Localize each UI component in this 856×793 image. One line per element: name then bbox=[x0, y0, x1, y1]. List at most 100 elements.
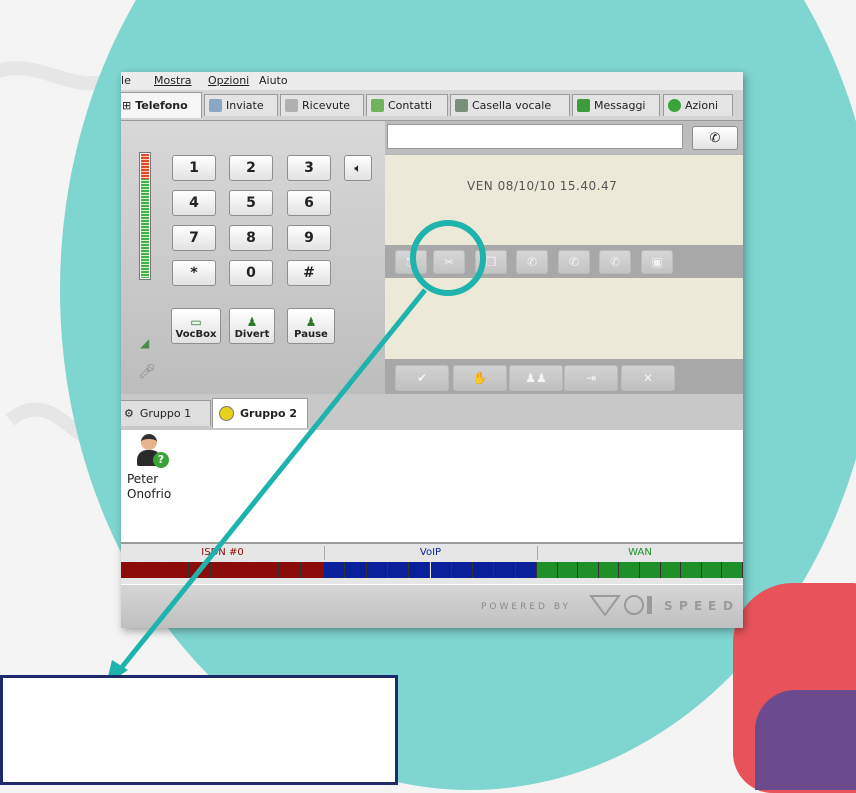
contacts-area: ? Peter Onofrio bbox=[121, 430, 743, 542]
tab-inviate[interactable]: Inviate bbox=[204, 94, 278, 116]
menu-file[interactable]: ile bbox=[121, 74, 131, 87]
redial-button[interactable]: ✆ bbox=[516, 250, 548, 274]
channel-segment bbox=[473, 562, 495, 578]
vocbox-button[interactable]: ▭ VocBox bbox=[171, 308, 221, 344]
avatar: ? bbox=[135, 434, 169, 468]
menu-opzioni[interactable]: Opzioni bbox=[208, 74, 249, 87]
group-tabs: ⚙ Gruppo 1 Gruppo 2 bbox=[121, 394, 743, 430]
annotation-box bbox=[0, 675, 398, 785]
key-5[interactable]: 5 bbox=[229, 190, 273, 216]
clock-icon bbox=[668, 99, 681, 112]
transfer-icon: ⎋ bbox=[406, 254, 416, 269]
keypad-grid-icon: ⊞ bbox=[122, 99, 132, 112]
menu-mostra[interactable]: Mostra bbox=[154, 74, 192, 87]
channel-segment bbox=[324, 562, 346, 578]
channel-segment bbox=[578, 562, 599, 578]
isdn-channels bbox=[121, 562, 324, 578]
menu-aiuto[interactable]: Aiuto bbox=[259, 74, 288, 87]
purple-decoration bbox=[755, 690, 856, 790]
volume-meter[interactable] bbox=[139, 152, 151, 280]
hold-hand-icon: ✋ bbox=[472, 371, 488, 385]
channel-segment bbox=[345, 562, 367, 578]
number-input[interactable] bbox=[387, 124, 683, 149]
channel-segment bbox=[660, 562, 682, 578]
channel-segment bbox=[557, 562, 579, 578]
channel-segment bbox=[211, 562, 234, 578]
microphone-icon[interactable]: 🎤︎ bbox=[138, 364, 156, 380]
key-0[interactable]: 0 bbox=[229, 260, 273, 286]
key-6[interactable]: 6 bbox=[287, 190, 331, 216]
record-button[interactable]: ▣ bbox=[641, 250, 673, 274]
call-display: VEN 08/10/10 15.40.47 bbox=[385, 154, 743, 246]
group-icon: ♟♟ bbox=[525, 371, 547, 385]
accept-button[interactable]: ✔ bbox=[395, 365, 449, 391]
divert-button[interactable]: ♟ Divert bbox=[229, 308, 275, 344]
voicemail-icon bbox=[455, 99, 468, 112]
hangup-button[interactable]: ✂ bbox=[433, 250, 465, 274]
dialpad-panel: ◢ 🎤︎ 1 2 3 4 5 6 7 8 9 * 0 # 🔈︎ ▭ VocBox… bbox=[121, 121, 385, 394]
key-9[interactable]: 9 bbox=[287, 225, 331, 251]
call-panel: ✆ VEN 08/10/10 15.40.47 ⎋ ✂ ❒ ✆ ✆ ✆ ▣ ✔ … bbox=[385, 121, 743, 394]
hold-hand-button[interactable]: ✋ bbox=[453, 365, 507, 391]
record-icon: ▣ bbox=[651, 255, 663, 269]
main-tabs: ⊞ Telefono Inviate Ricevute Contatti Cas… bbox=[121, 90, 743, 121]
tab-gruppo-1[interactable]: ⚙ Gruppo 1 bbox=[121, 400, 211, 426]
key-8[interactable]: 8 bbox=[229, 225, 273, 251]
datetime-display: VEN 08/10/10 15.40.47 bbox=[467, 179, 618, 193]
tab-telefono[interactable]: ⊞ Telefono bbox=[121, 92, 202, 118]
channel-segment bbox=[387, 562, 410, 578]
reject-button[interactable]: ✕ bbox=[621, 365, 675, 391]
action-controls: ✔ ✋ ♟♟ ⇥ ✕ bbox=[385, 359, 743, 394]
conference-button[interactable]: ✆ bbox=[558, 250, 590, 274]
tab-casella-vocale[interactable]: Casella vocale bbox=[450, 94, 570, 116]
incoming-call-icon bbox=[285, 99, 298, 112]
speaker-button[interactable]: 🔈︎ bbox=[344, 155, 372, 181]
forward-button[interactable]: ✆ bbox=[599, 250, 631, 274]
powered-by-text: POWERED BY bbox=[481, 602, 572, 612]
channel-segment bbox=[598, 562, 620, 578]
svg-text:E: E bbox=[708, 599, 716, 613]
redial-icon: ✆ bbox=[526, 255, 538, 269]
tab-contatti[interactable]: Contatti bbox=[366, 94, 448, 116]
tab-azioni[interactable]: Azioni bbox=[663, 94, 733, 116]
key-hash[interactable]: # bbox=[287, 260, 331, 286]
call-controls: ⎋ ✂ ❒ ✆ ✆ ✆ ▣ bbox=[385, 245, 743, 278]
contacts-icon bbox=[371, 99, 384, 112]
contact-card[interactable]: ? Peter Onofrio bbox=[127, 434, 197, 502]
key-3[interactable]: 3 bbox=[287, 155, 331, 181]
tab-messaggi[interactable]: Messaggi bbox=[572, 94, 660, 116]
pause-button[interactable]: ♟ Pause bbox=[287, 308, 335, 344]
channel-segment bbox=[430, 562, 452, 578]
key-2[interactable]: 2 bbox=[229, 155, 273, 181]
transfer-button[interactable]: ⎋ bbox=[395, 250, 427, 274]
voip-label: VoIP bbox=[324, 546, 538, 560]
exit-button[interactable]: ⇥ bbox=[564, 365, 618, 391]
isdn-label: ISDN #0 bbox=[121, 546, 325, 560]
divert-icon: ♟ bbox=[246, 315, 258, 329]
svg-text:P: P bbox=[679, 599, 688, 613]
gear-icon: ⚙ bbox=[124, 407, 134, 420]
unknown-status-icon: ? bbox=[153, 452, 169, 468]
channel-segment bbox=[366, 562, 388, 578]
conference-icon: ✆ bbox=[568, 255, 580, 269]
key-1[interactable]: 1 bbox=[172, 155, 216, 181]
key-7[interactable]: 7 bbox=[172, 225, 216, 251]
menu-bar: ile Mostra Opzioni Aiuto bbox=[121, 72, 743, 90]
tab-gruppo-2[interactable]: Gruppo 2 bbox=[212, 398, 308, 428]
channel-segment bbox=[640, 562, 661, 578]
hold-icon: ❒ bbox=[485, 255, 497, 269]
key-4[interactable]: 4 bbox=[172, 190, 216, 216]
channel-segment bbox=[188, 562, 212, 578]
volume-icon: ◢ bbox=[140, 336, 150, 350]
line-status-bar: ISDN #0 VoIP WAN bbox=[121, 542, 743, 586]
hold-button[interactable]: ❒ bbox=[475, 250, 507, 274]
group-button[interactable]: ♟♟ bbox=[509, 365, 563, 391]
wan-channels bbox=[537, 562, 743, 578]
channel-segment bbox=[166, 562, 189, 578]
channel-segment bbox=[121, 562, 144, 578]
dial-button[interactable]: ✆ bbox=[692, 126, 738, 150]
svg-text:E: E bbox=[694, 599, 702, 613]
voicebox-icon: ▭ bbox=[190, 315, 202, 329]
key-star[interactable]: * bbox=[172, 260, 216, 286]
tab-ricevute[interactable]: Ricevute bbox=[280, 94, 364, 116]
